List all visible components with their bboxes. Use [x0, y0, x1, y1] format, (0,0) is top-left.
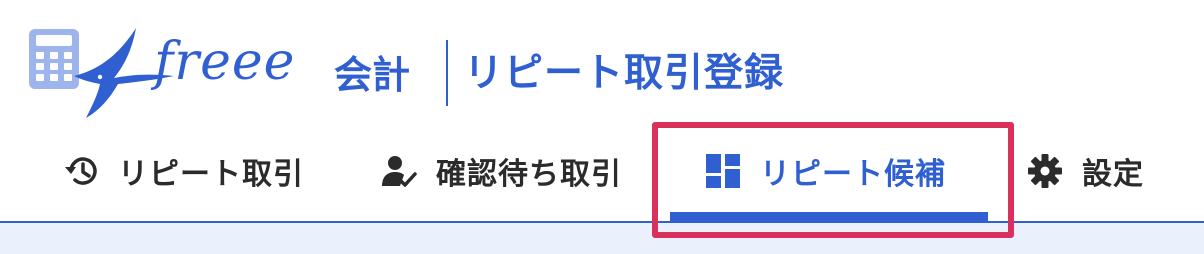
tab-label: リピート取引 [118, 157, 304, 192]
title-divider [446, 40, 448, 106]
tab-label: リピート候補 [760, 157, 946, 192]
user-check-icon [380, 152, 418, 190]
tab-pending-confirmation[interactable]: 確認待ち取引 [380, 120, 622, 222]
history-icon [62, 152, 100, 190]
tab-repeat-transactions[interactable]: リピート取引 [62, 120, 304, 222]
brand-logo-text: freee [154, 32, 296, 92]
dashboard-icon [704, 152, 742, 190]
gear-icon [1026, 152, 1064, 190]
tab-label: 設定 [1082, 157, 1144, 192]
tab-settings[interactable]: 設定 [1026, 120, 1144, 222]
content-area [0, 223, 1204, 254]
tab-bar: リピート取引 確認待ち取引 リピート候補 設定 [0, 120, 1204, 222]
freee-logo[interactable]: freee [26, 18, 326, 118]
page-title: リピート取引登録 [464, 51, 785, 96]
tab-repeat-candidates[interactable]: リピート候補 [704, 120, 946, 222]
app-header: freee 会計 リピート取引登録 [0, 0, 1204, 120]
tab-label: 確認待ち取引 [436, 157, 622, 192]
product-name: 会計 [334, 53, 411, 97]
